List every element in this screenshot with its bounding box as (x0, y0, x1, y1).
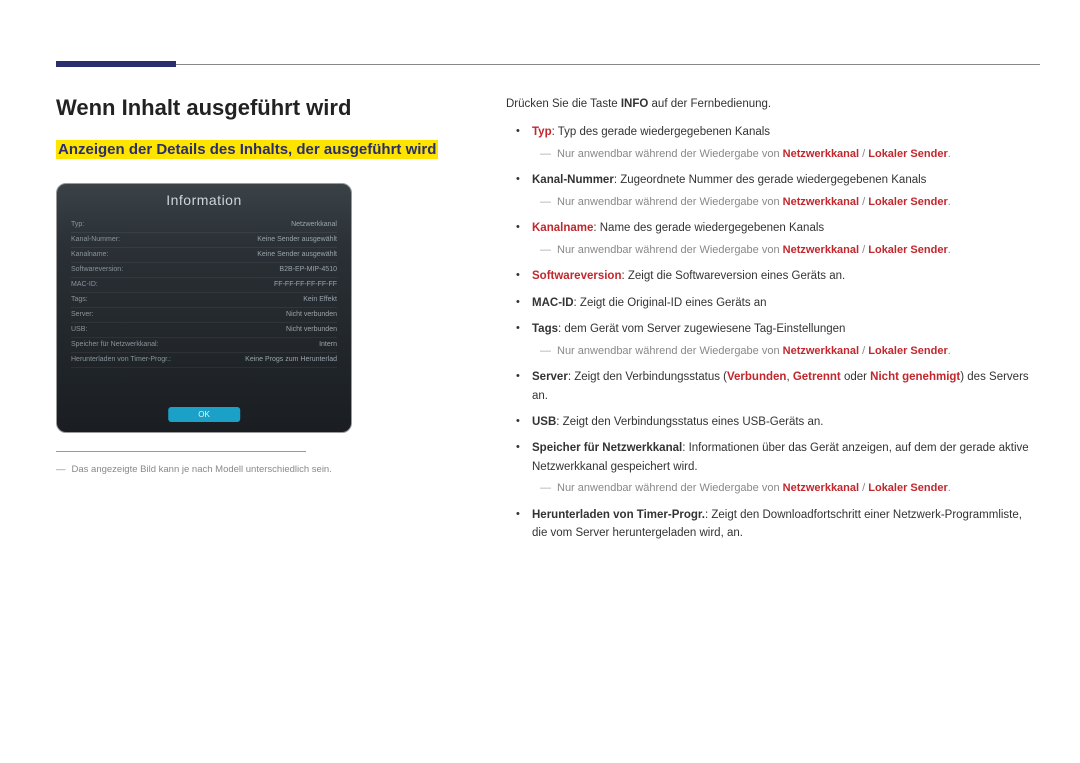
list-item: MAC-ID: Zeigt die Original-ID eines Gerä… (524, 294, 1040, 312)
table-row: Softwareversion: B2B-EP-MIP-4510 (71, 263, 337, 278)
sub-note: ― Nur anwendbar während der Wiedergabe v… (540, 146, 1040, 164)
row-value: Netzwerkkanal (291, 221, 337, 228)
row-value: Keine Sender ausgewählt (257, 251, 337, 258)
table-row: USB: Nicht verbunden (71, 323, 337, 338)
row-label: MAC-ID: (71, 281, 98, 288)
intro-post: auf der Fernbedienung. (648, 98, 771, 110)
row-value: Keine Sender ausgewählt (257, 236, 337, 243)
row-value: Nicht verbunden (286, 326, 337, 333)
footnote: ― Das angezeigte Bild kann je nach Model… (56, 464, 456, 475)
list-item: Server: Zeigt den Verbindungsstatus (Ver… (524, 368, 1040, 405)
table-row: MAC-ID: FF-FF-FF-FF-FF-FF (71, 278, 337, 293)
item-label: Typ (532, 126, 552, 138)
row-label: Speicher für Netzwerkkanal: (71, 341, 159, 348)
note-body: Nur anwendbar während der Wiedergabe von… (557, 480, 951, 498)
note-dash: ― (540, 242, 551, 260)
info-table: Typ: Netzwerkkanal Kanal-Nummer: Keine Sen… (57, 218, 351, 368)
row-label: Herunterladen von Timer-Progr.: (71, 356, 171, 363)
item-text-pre: : Zeigt den Verbindungsstatus ( (568, 371, 727, 383)
row-value: Keine Progs zum Herunterlad (245, 356, 337, 363)
note-dash: ― (540, 194, 551, 212)
list-item: Kanalname: Name des gerade wiedergegeben… (524, 219, 1040, 259)
item-text: : Typ des gerade wiedergegebenen Kanals (552, 126, 770, 138)
list-item: USB: Zeigt den Verbindungsstatus eines U… (524, 413, 1040, 431)
item-text: : Zugeordnete Nummer des gerade wiederge… (614, 174, 927, 186)
page-title: Wenn Inhalt ausgeführt wird (56, 95, 456, 121)
list-item: Speicher für Netzwerkkanal: Informatione… (524, 439, 1040, 497)
row-value: Kein Effekt (303, 296, 337, 303)
list-item: Typ: Typ des gerade wiedergegebenen Kana… (524, 123, 1040, 163)
table-row: Speicher für Netzwerkkanal: Intern (71, 338, 337, 353)
item-label: Server (532, 371, 568, 383)
sub-note: ― Nur anwendbar während der Wiedergabe v… (540, 480, 1040, 498)
item-label: Kanalname (532, 222, 593, 234)
row-label: Server: (71, 311, 94, 318)
item-label: USB (532, 416, 556, 428)
row-value: FF-FF-FF-FF-FF-FF (274, 281, 337, 288)
header-accent (56, 61, 176, 67)
note-body: Nur anwendbar während der Wiedergabe von… (557, 194, 951, 212)
header-rule (56, 64, 1040, 65)
item-label: Tags (532, 323, 558, 335)
sub-note: ― Nur anwendbar während der Wiedergabe v… (540, 194, 1040, 212)
sub-note: ― Nur anwendbar während der Wiedergabe v… (540, 242, 1040, 260)
item-label: Kanal-Nummer (532, 174, 614, 186)
list-item: Kanal-Nummer: Zugeordnete Nummer des ger… (524, 171, 1040, 211)
row-label: Tags: (71, 296, 88, 303)
row-label: USB: (71, 326, 87, 333)
info-dialog-screenshot: Information Typ: Netzwerkkanal Kanal-Numm… (56, 183, 352, 433)
ok-button[interactable]: OK (168, 407, 240, 422)
intro-pre: Drücken Sie die Taste (506, 98, 621, 110)
table-row: Typ: Netzwerkkanal (71, 218, 337, 233)
footnote-rule (56, 451, 306, 452)
intro-key: INFO (621, 98, 648, 110)
list-item: Herunterladen von Timer-Progr.: Zeigt de… (524, 506, 1040, 543)
item-label: Speicher für Netzwerkkanal (532, 442, 682, 454)
row-label: Kanalname: (71, 251, 108, 258)
row-value: Nicht verbunden (286, 311, 337, 318)
table-row: Tags: Kein Effekt (71, 293, 337, 308)
item-text: : Zeigt den Verbindungsstatus eines USB-… (556, 416, 823, 428)
note-body: Nur anwendbar während der Wiedergabe von… (557, 146, 951, 164)
table-row: Kanal-Nummer: Keine Sender ausgewählt (71, 233, 337, 248)
item-text: : Zeigt die Softwareversion eines Geräts… (621, 270, 845, 282)
intro-line: Drücken Sie die Taste INFO auf der Fernb… (506, 95, 1040, 113)
row-value: Intern (319, 341, 337, 348)
row-label: Softwareversion: (71, 266, 123, 273)
item-label: MAC-ID (532, 297, 574, 309)
note-body: Nur anwendbar während der Wiedergabe von… (557, 242, 951, 260)
note-dash: ― (540, 146, 551, 164)
section-subtitle: Anzeigen der Details des Inhalts, der au… (56, 140, 438, 159)
item-label: Herunterladen von Timer-Progr. (532, 509, 705, 521)
note-dash: ― (540, 480, 551, 498)
row-value: B2B-EP-MIP-4510 (279, 266, 337, 273)
list-item: Softwareversion: Zeigt die Softwareversi… (524, 267, 1040, 285)
note-body: Nur anwendbar während der Wiedergabe von… (557, 343, 951, 361)
item-text: : Name des gerade wiedergegebenen Kanals (593, 222, 824, 234)
row-label: Kanal-Nummer: (71, 236, 120, 243)
table-row: Herunterladen von Timer-Progr.: Keine Pro… (71, 353, 337, 368)
row-label: Typ: (71, 221, 84, 228)
description-list: Typ: Typ des gerade wiedergegebenen Kana… (506, 123, 1040, 542)
footnote-dash: ― (56, 464, 66, 475)
table-row: Server: Nicht verbunden (71, 308, 337, 323)
item-label: Softwareversion (532, 270, 621, 282)
list-item: Tags: dem Gerät vom Server zugewiesene T… (524, 320, 1040, 360)
item-text: : dem Gerät vom Server zugewiesene Tag-E… (558, 323, 845, 335)
table-row: Kanalname: Keine Sender ausgewählt (71, 248, 337, 263)
sub-note: ― Nur anwendbar während der Wiedergabe v… (540, 343, 1040, 361)
note-dash: ― (540, 343, 551, 361)
item-text: : Zeigt die Original-ID eines Geräts an (574, 297, 767, 309)
dialog-title: Information (57, 184, 351, 218)
footnote-text: Das angezeigte Bild kann je nach Modell … (72, 464, 332, 475)
